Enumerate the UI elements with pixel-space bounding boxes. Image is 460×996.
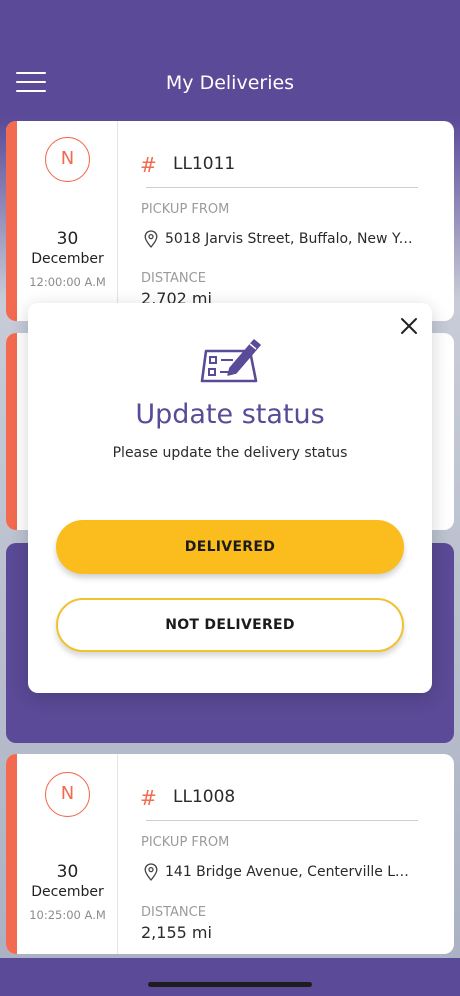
pickup-label: PICKUP FROM bbox=[141, 835, 230, 850]
modal-subtitle: Please update the delivery status bbox=[112, 445, 348, 461]
status-badge: N bbox=[45, 772, 90, 817]
divider bbox=[146, 820, 418, 821]
page-title: My Deliveries bbox=[165, 72, 295, 94]
delivery-time: 12:00:00 A.M bbox=[29, 275, 106, 289]
divider bbox=[146, 187, 418, 188]
status-badge: N bbox=[45, 137, 90, 182]
pickup-address: 141 Bridge Avenue, Centerville Louisiana bbox=[165, 864, 415, 880]
pickup-label: PICKUP FROM bbox=[141, 202, 230, 217]
modal-title: Update status bbox=[135, 399, 325, 430]
distance-label: DISTANCE bbox=[141, 271, 206, 286]
order-id: LL1008 bbox=[173, 787, 236, 807]
card-details: # LL1011 PICKUP FROM 5018 Jarvis Street,… bbox=[118, 121, 454, 321]
bottom-bar bbox=[0, 958, 460, 996]
card-date-column: N 30 December 12:00:00 A.M bbox=[17, 121, 118, 321]
location-pin-icon bbox=[144, 230, 158, 248]
app-header: My Deliveries bbox=[0, 0, 460, 116]
delivery-month: December bbox=[31, 884, 104, 900]
update-status-modal: Update status Please update the delivery… bbox=[28, 303, 432, 693]
status-stripe bbox=[6, 754, 17, 954]
close-icon[interactable] bbox=[398, 315, 420, 337]
status-stripe bbox=[6, 333, 17, 530]
pickup-address: 5018 Jarvis Street, Buffalo, New York bbox=[165, 231, 415, 247]
status-stripe bbox=[6, 121, 17, 321]
location-pin-icon bbox=[144, 863, 158, 881]
card-date-column: N 30 December 10:25:00 A.M bbox=[17, 754, 118, 954]
delivery-day: 30 bbox=[56, 229, 79, 249]
delivery-card[interactable]: N 30 December 12:00:00 A.M # LL1011 PICK… bbox=[6, 121, 454, 321]
hash-icon: # bbox=[140, 153, 157, 177]
delivered-button[interactable]: DELIVERED bbox=[56, 520, 404, 574]
delivery-time: 10:25:00 A.M bbox=[29, 908, 106, 922]
order-id: LL1011 bbox=[173, 154, 236, 174]
clipboard-checklist-pencil-icon bbox=[200, 339, 261, 383]
delivery-day: 30 bbox=[56, 862, 79, 882]
distance-value: 2,155 mi bbox=[141, 923, 212, 942]
hash-icon: # bbox=[140, 786, 157, 810]
delivery-card[interactable]: N 30 December 10:25:00 A.M # LL1008 PICK… bbox=[6, 754, 454, 954]
home-indicator[interactable] bbox=[148, 982, 312, 987]
card-details: # LL1008 PICKUP FROM 141 Bridge Avenue, … bbox=[118, 754, 454, 954]
not-delivered-button[interactable]: NOT DELIVERED bbox=[56, 598, 404, 652]
delivery-month: December bbox=[31, 251, 104, 267]
distance-label: DISTANCE bbox=[141, 905, 206, 920]
